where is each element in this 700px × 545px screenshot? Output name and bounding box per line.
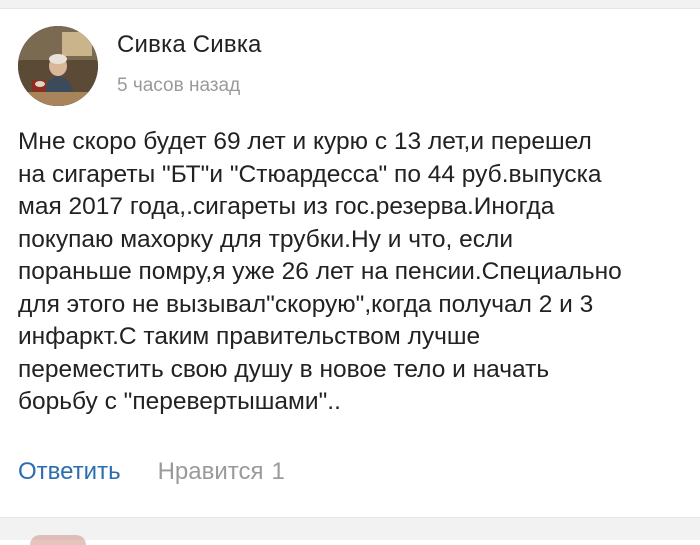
next-comment-avatar: [30, 535, 86, 545]
like-label: Нравится: [157, 458, 264, 485]
bottom-divider: [0, 517, 700, 540]
comment-actions: Ответить Нравится 1: [18, 457, 285, 487]
avatar[interactable]: [18, 26, 98, 106]
comment-text: Мне скоро будет 69 лет и курю с 13 лет,и…: [18, 128, 622, 415]
comment-timestamp: 5 часов назад: [117, 75, 241, 96]
top-divider: [0, 0, 700, 9]
reply-button[interactable]: Ответить: [18, 458, 121, 486]
avatar-photo: [18, 26, 98, 106]
comment-card: Сивка Сивка 5 часов назад Мне скоро буде…: [0, 9, 700, 517]
like-button[interactable]: Нравится 1: [158, 458, 285, 486]
like-count: 1: [271, 458, 285, 485]
comment-author[interactable]: Сивка Сивка: [117, 31, 262, 59]
